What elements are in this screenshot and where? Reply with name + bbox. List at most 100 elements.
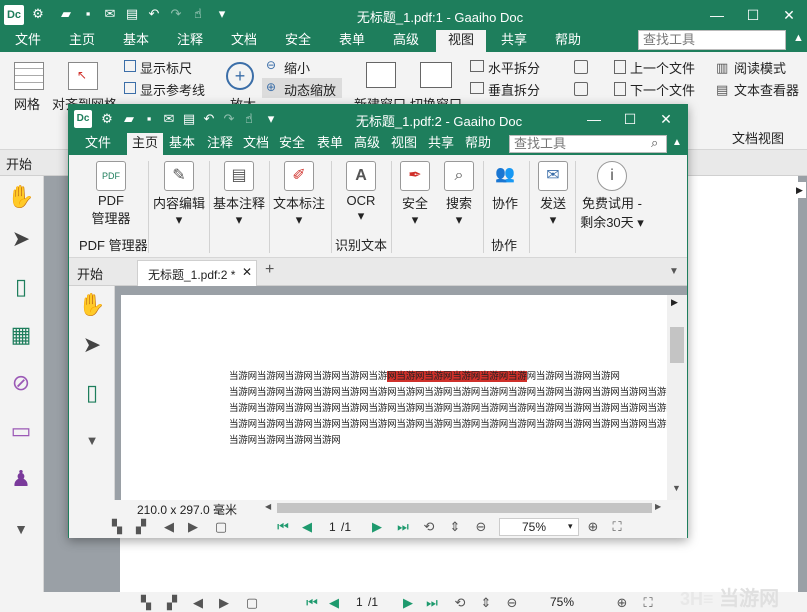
minimize-button[interactable]: —	[700, 0, 734, 30]
scroll-up-icon[interactable]: ▶	[671, 297, 678, 308]
menu-comment[interactable]: 注释	[203, 133, 237, 155]
send-button[interactable]: ✉ 发送 ▾	[533, 161, 573, 228]
read-mode-icon[interactable]: ▥	[716, 60, 728, 76]
menu-basic[interactable]: 基本	[165, 133, 199, 155]
comment-icon[interactable]: ▭	[6, 416, 36, 446]
page-number-field[interactable]: 1	[329, 520, 336, 534]
menu-share[interactable]: 共享	[490, 30, 538, 52]
collaborate-button[interactable]: 👥 协作	[485, 161, 525, 212]
scroll-down-icon[interactable]: ▼	[672, 483, 681, 493]
prev-doc-icon[interactable]	[614, 60, 626, 74]
new-window-icon[interactable]	[366, 62, 396, 88]
prev-page-icon[interactable]: ◀	[326, 595, 342, 611]
prev-doc-button[interactable]: 上一个文件	[630, 58, 695, 77]
basic-comment-button[interactable]: ▤ 基本注释 ▾	[211, 161, 267, 228]
open-folder-icon[interactable]: ▰	[121, 111, 137, 127]
split-vertical-button[interactable]: 垂直拆分	[488, 80, 540, 99]
mail-icon[interactable]: ✉	[102, 6, 118, 22]
menu-form[interactable]: 表单	[313, 133, 347, 155]
close-button[interactable]: ✕	[649, 105, 683, 133]
split-vertical-icon[interactable]	[470, 82, 484, 94]
show-ruler-button[interactable]: 显示标尺	[140, 58, 192, 77]
back-icon[interactable]: ◀	[161, 519, 177, 535]
split-horizontal-button[interactable]: 水平拆分	[488, 58, 540, 77]
scroll-thumb[interactable]	[670, 327, 684, 363]
back-scroll-right-icon[interactable]: ▶	[796, 182, 806, 198]
free-trial-button[interactable]: i 免费试用 - 剩余30天 ▾	[577, 161, 647, 231]
redo-icon[interactable]: ↷	[221, 111, 237, 127]
search-button[interactable]: ⌕ 搜索 ▾	[439, 161, 479, 228]
bookmark-icon[interactable]: ▯	[6, 272, 36, 302]
zoom-select[interactable]: 75% ▾	[499, 518, 579, 536]
single-page-icon[interactable]	[574, 60, 588, 74]
menu-document[interactable]: 文档	[220, 30, 268, 52]
close-button[interactable]: ✕	[772, 0, 806, 30]
ruler-checkbox-icon[interactable]	[124, 60, 136, 72]
last-page-icon[interactable]: ⏭	[395, 519, 411, 535]
collapse-ribbon-icon[interactable]: ▲	[793, 32, 804, 44]
settings-icon[interactable]: ⚙	[30, 6, 46, 22]
zoom-out-icon[interactable]: ⊖	[473, 519, 489, 535]
customize-dropdown-icon[interactable]: ▾	[263, 111, 279, 127]
text-viewer-icon[interactable]: ▤	[716, 82, 728, 98]
prev-page-icon[interactable]: ◀	[299, 519, 315, 535]
hand-tool-icon[interactable]: ✋	[77, 290, 107, 320]
zoom-out-button[interactable]: 缩小	[284, 58, 310, 77]
menu-file[interactable]: 文件	[75, 133, 121, 155]
fit-height-icon[interactable]: ⇕	[447, 519, 463, 535]
content-edit-button[interactable]: ✎ 内容编辑 ▾	[151, 161, 207, 228]
grid-icon[interactable]	[14, 62, 44, 90]
zoom-level[interactable]: 75%	[550, 595, 574, 609]
menu-advanced[interactable]: 高级	[382, 30, 430, 52]
show-guides-button[interactable]: 显示参考线	[140, 80, 205, 99]
rotate-icon[interactable]: ⟲	[452, 595, 468, 611]
back-search-input[interactable]: 查找工具	[638, 30, 786, 50]
menu-home[interactable]: 主页	[58, 30, 106, 52]
fullscreen-icon[interactable]: ⛶	[640, 595, 656, 611]
close-tab-icon[interactable]: ✕	[242, 265, 252, 279]
menu-form[interactable]: 表单	[328, 30, 376, 52]
dynamic-zoom-icon[interactable]: ⊕	[266, 80, 276, 94]
print-icon[interactable]: ▤	[181, 111, 197, 127]
start-tab[interactable]: 开始	[6, 154, 32, 173]
menu-comment[interactable]: 注释	[166, 30, 214, 52]
scroll-left-icon[interactable]: ◀	[265, 502, 271, 511]
stamp-icon[interactable]: ♟	[6, 464, 36, 494]
thumbnails-icon[interactable]: ▦	[6, 320, 36, 350]
select-arrow-icon[interactable]: ➤	[77, 330, 107, 360]
print-icon[interactable]: ▤	[124, 6, 140, 22]
vertical-scrollbar[interactable]: ▶ ▼	[667, 295, 687, 500]
menu-security[interactable]: 安全	[274, 30, 322, 52]
bookmark-icon[interactable]: ▯	[77, 378, 107, 408]
pdf-manager-button[interactable]: PDF PDF 管理器	[79, 161, 143, 227]
minimize-button[interactable]: —	[577, 105, 611, 133]
customize-dropdown-icon[interactable]: ▾	[214, 6, 230, 22]
start-tab[interactable]: 开始	[77, 264, 103, 283]
settings-icon[interactable]: ⚙	[99, 111, 115, 127]
dynamic-zoom-button[interactable]: 动态缩放	[284, 80, 336, 99]
fit-width-icon[interactable]: ▞	[164, 595, 180, 611]
first-page-icon[interactable]: ⏮	[275, 519, 291, 535]
next-doc-button[interactable]: 下一个文件	[630, 80, 695, 99]
zoom-out-icon[interactable]: ⊖	[266, 58, 276, 72]
redo-icon[interactable]: ↷	[168, 6, 184, 22]
guides-checkbox-icon[interactable]	[124, 82, 136, 94]
menu-document[interactable]: 文档	[239, 133, 273, 155]
menu-basic[interactable]: 基本	[112, 30, 160, 52]
split-horizontal-icon[interactable]	[470, 60, 484, 72]
horizontal-scrollbar[interactable]	[277, 503, 652, 513]
fit-page-icon[interactable]: ▚	[138, 595, 154, 611]
search-icon[interactable]: ⌕	[651, 135, 658, 151]
text-viewer-button[interactable]: 文本查看器	[734, 80, 799, 99]
menu-advanced[interactable]: 高级	[350, 133, 384, 155]
undo-icon[interactable]: ↶	[146, 6, 162, 22]
new-tab-icon[interactable]: +	[265, 261, 274, 279]
menu-home[interactable]: 主页	[127, 133, 163, 155]
menu-view[interactable]: 视图	[387, 133, 421, 155]
menu-share[interactable]: 共享	[424, 133, 458, 155]
grid-button[interactable]: 网格	[14, 94, 40, 113]
maximize-button[interactable]: ☐	[613, 105, 647, 133]
forward-icon[interactable]: ▶	[216, 595, 232, 611]
back-icon[interactable]: ◀	[190, 595, 206, 611]
text-mark-button[interactable]: ✐ 文本标注 ▾	[271, 161, 327, 228]
